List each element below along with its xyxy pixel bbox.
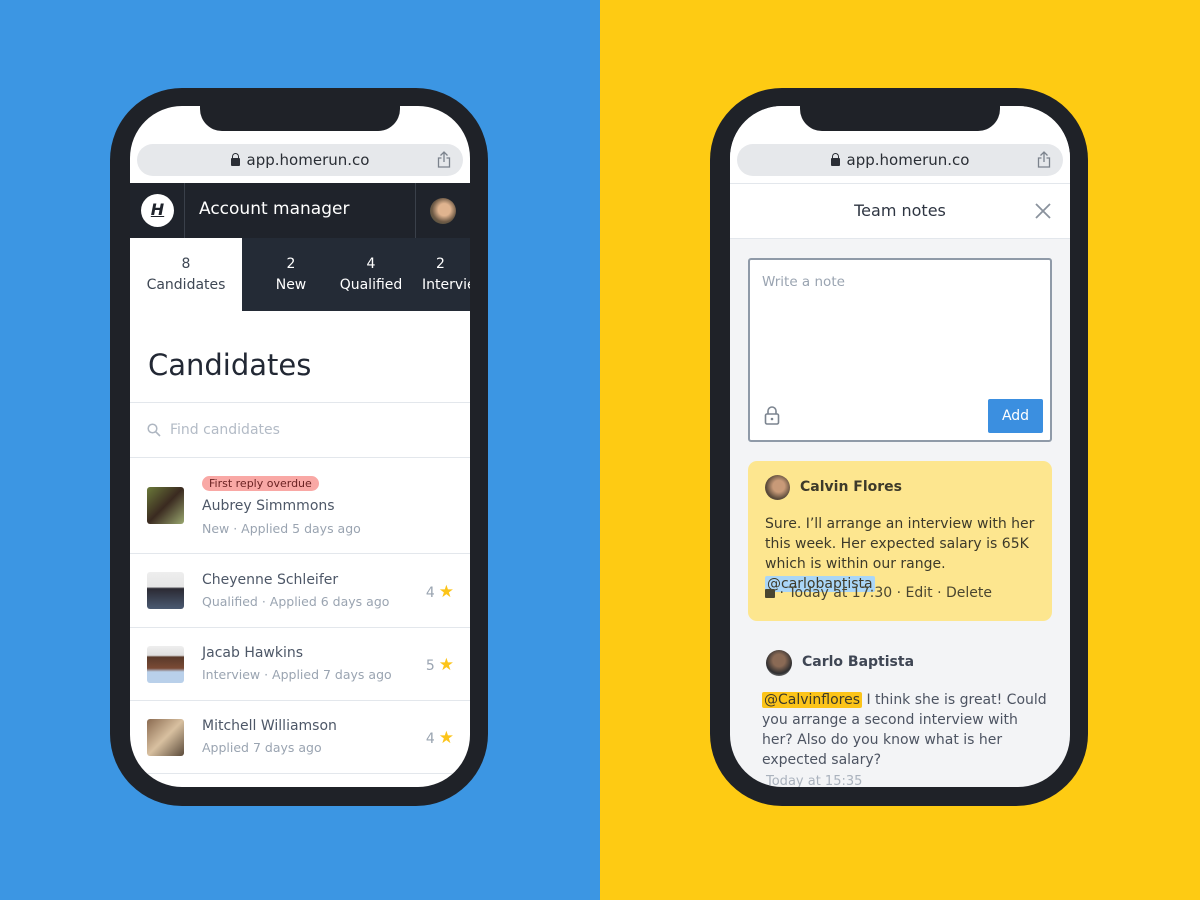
- lock-icon: [230, 153, 240, 166]
- candidate-meta: Interview · Applied 7 days ago: [202, 667, 392, 682]
- page-title: Candidates: [148, 348, 312, 382]
- app-header: H Account manager: [130, 183, 470, 238]
- lock-icon: [830, 153, 840, 166]
- note-footer: · Today at 17:30 · Edit · Delete: [765, 585, 992, 601]
- address-bar[interactable]: app.homerun.co: [737, 144, 1063, 176]
- candidate-avatar: [147, 719, 184, 756]
- note-textarea[interactable]: Write a note Add: [748, 258, 1052, 442]
- star-icon: ★: [438, 655, 454, 675]
- note-author: Calvin Flores: [800, 479, 902, 495]
- candidate-meta: Qualified · Applied 6 days ago: [202, 594, 390, 609]
- edit-link[interactable]: Edit: [906, 585, 933, 601]
- candidate-name: Aubrey Simmmons: [202, 498, 335, 514]
- note-time: Today at 15:35: [766, 774, 863, 787]
- candidate-row[interactable]: Jacab Hawkins Interview · Applied 7 days…: [130, 628, 470, 701]
- candidate-avatar: [147, 572, 184, 609]
- notch: [800, 106, 1000, 131]
- url-text: app.homerun.co: [846, 151, 970, 169]
- note-item: Carlo Baptista @Calvinflores I think she…: [748, 636, 1052, 787]
- candidates-screen: app.homerun.co H Account manager 8 Candid…: [130, 106, 470, 787]
- candidate-row[interactable]: First reply overdue Aubrey Simmmons New …: [130, 458, 470, 554]
- address-bar[interactable]: app.homerun.co: [137, 144, 463, 176]
- note-body: Sure. I’ll arrange an interview with her…: [765, 516, 1035, 592]
- share-icon[interactable]: [1037, 151, 1051, 168]
- tab-qualified[interactable]: 4 Qualified: [330, 238, 412, 311]
- candidate-name: Jacab Hawkins: [202, 645, 304, 661]
- candidate-rating: 4 ★: [425, 582, 454, 602]
- left-phone: app.homerun.co H Account manager 8 Candid…: [110, 88, 488, 806]
- note-card: Calvin Flores Sure. I’ll arrange an inte…: [748, 461, 1052, 621]
- note-author: Carlo Baptista: [802, 654, 915, 670]
- candidate-row[interactable]: Mitchell Williamson Applied 7 days ago 4…: [130, 701, 470, 774]
- author-avatar: [766, 650, 792, 676]
- private-lock-icon: [765, 589, 775, 598]
- candidate-rating: 5 ★: [425, 655, 454, 675]
- notes-header: Team notes: [730, 183, 1070, 239]
- candidate-meta: New · Applied 5 days ago: [202, 521, 361, 536]
- user-avatar[interactable]: [430, 198, 456, 224]
- candidate-rating: 4 ★: [425, 728, 454, 748]
- right-phone: app.homerun.co Team notes Write a note A…: [710, 88, 1088, 806]
- close-icon[interactable]: [1035, 203, 1051, 219]
- search-icon: [147, 423, 161, 437]
- candidate-row[interactable]: Cheyenne Schleifer Qualified · Applied 6…: [130, 554, 470, 628]
- candidate-avatar: [147, 646, 184, 683]
- search-input[interactable]: Find candidates: [170, 422, 280, 438]
- note-placeholder: Write a note: [762, 274, 845, 290]
- team-notes-screen: app.homerun.co Team notes Write a note A…: [730, 106, 1070, 787]
- notch: [200, 106, 400, 131]
- homerun-logo[interactable]: H: [141, 194, 174, 227]
- star-icon: ★: [438, 728, 454, 748]
- tab-new[interactable]: 2 New: [250, 238, 332, 311]
- star-icon: ★: [438, 582, 454, 602]
- share-icon[interactable]: [437, 151, 451, 168]
- overdue-badge: First reply overdue: [202, 476, 319, 491]
- header-title[interactable]: Account manager: [199, 199, 349, 219]
- mention[interactable]: @Calvinflores: [762, 692, 863, 708]
- url-text: app.homerun.co: [246, 151, 370, 169]
- candidate-name: Mitchell Williamson: [202, 718, 337, 734]
- note-body: @Calvinflores I think she is great! Coul…: [762, 692, 1047, 768]
- tab-candidates[interactable]: 8 Candidates: [130, 238, 242, 311]
- search-field[interactable]: Find candidates: [130, 402, 470, 458]
- pipeline-tabs: 8Candidates 2New 4Qualified 2Interview: [130, 238, 470, 311]
- tab-interview[interactable]: 2Interview: [416, 238, 470, 311]
- private-lock-icon[interactable]: [764, 406, 780, 425]
- author-avatar: [765, 475, 790, 500]
- candidate-avatar: [147, 487, 184, 524]
- add-note-button[interactable]: Add: [988, 399, 1043, 433]
- candidate-name: Cheyenne Schleifer: [202, 572, 339, 588]
- candidate-meta: Applied 7 days ago: [202, 740, 322, 755]
- delete-link[interactable]: Delete: [946, 585, 992, 601]
- notes-title: Team notes: [854, 201, 946, 220]
